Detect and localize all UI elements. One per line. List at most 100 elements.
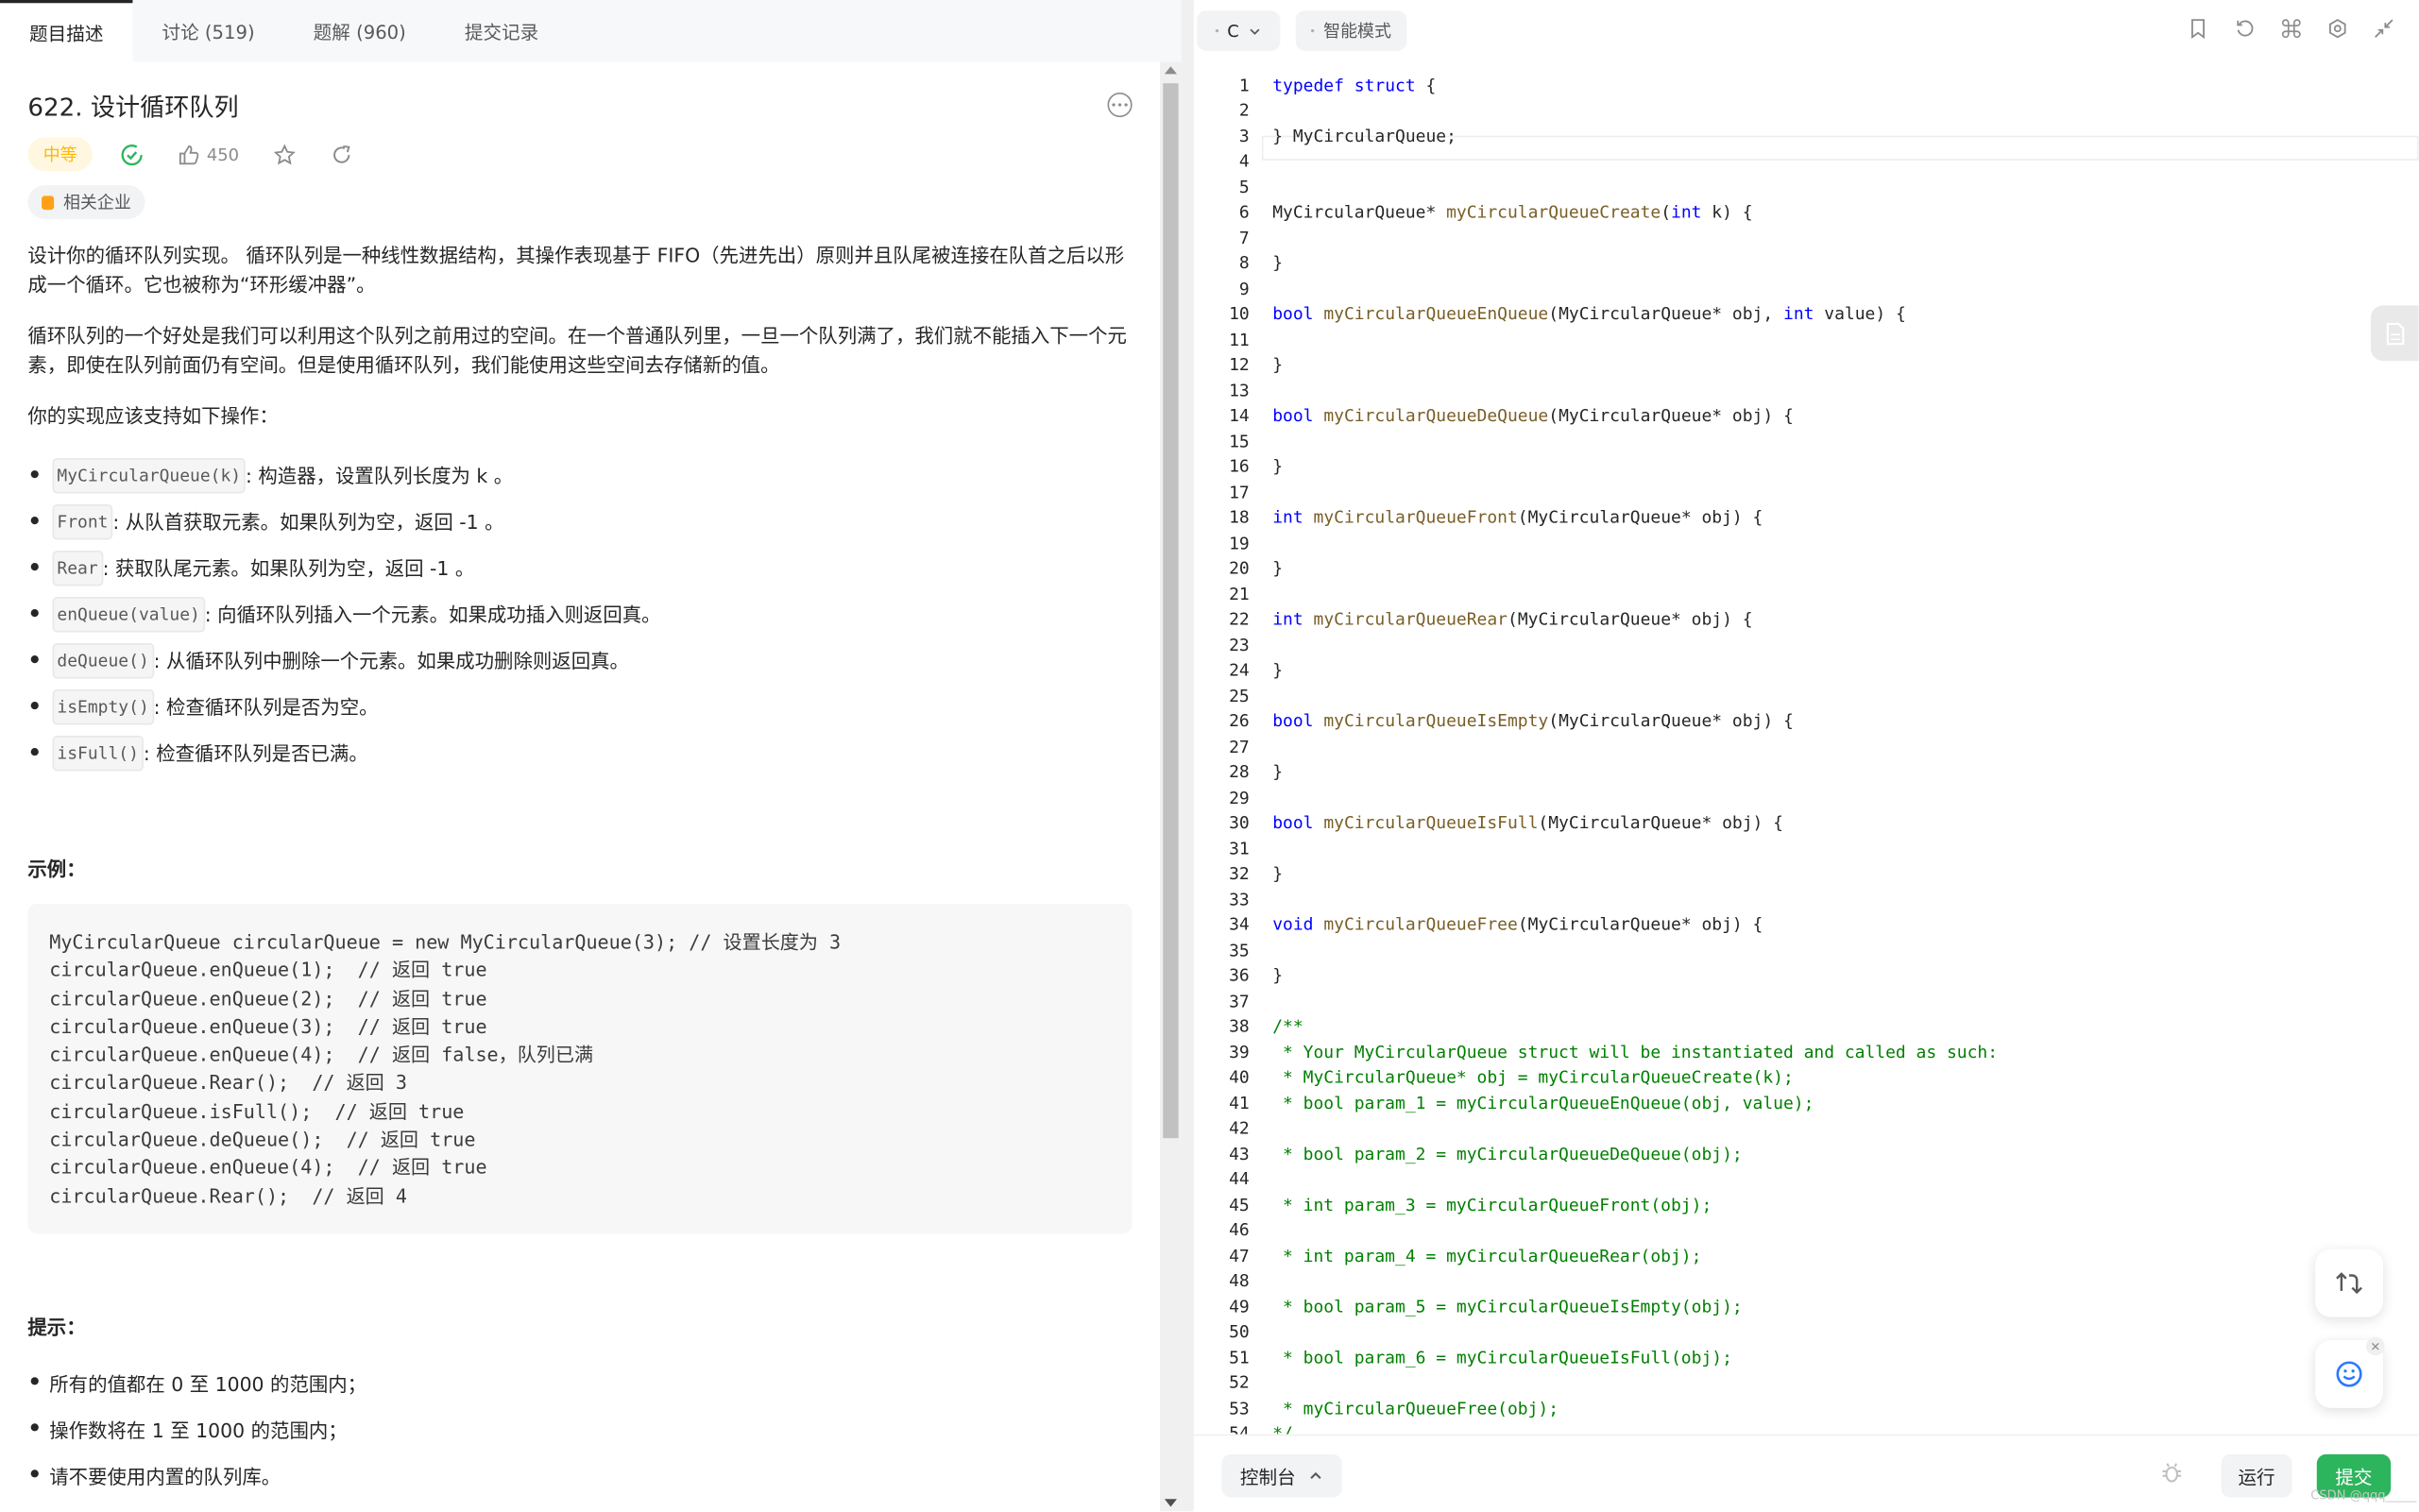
more-icon[interactable] [1107, 92, 1133, 118]
code-line: 24} [1194, 657, 2419, 683]
code-line: 46 [1194, 1217, 2419, 1243]
list-item: isEmpty(): 检查循环队列是否为空。 [27, 683, 1132, 729]
star-icon[interactable] [273, 143, 296, 165]
line-number: 46 [1229, 1220, 1250, 1241]
code-line: 8} [1194, 250, 2419, 276]
line-number: 11 [1229, 330, 1250, 350]
file-icon[interactable] [2370, 305, 2419, 362]
line-number: 38 [1229, 1016, 1250, 1037]
code-line: 49 * bool param_5 = myCircularQueueIsEmp… [1194, 1294, 2419, 1319]
settings-gear-icon[interactable] [2326, 19, 2348, 46]
line-number: 32 [1229, 863, 1250, 885]
debug-bug-icon[interactable] [2159, 1460, 2184, 1491]
list-item: deQueue(): 从循环队列中删除一个元素。如果成功删除则返回真。 [27, 637, 1132, 683]
run-button[interactable]: 运行 [2221, 1453, 2292, 1498]
code-text: typedef struct { [1272, 75, 1437, 95]
inline-code: isFull() [52, 735, 144, 771]
line-number: 27 [1229, 737, 1250, 757]
code-line: 23 [1194, 633, 2419, 658]
line-number: 42 [1229, 1118, 1250, 1139]
code-line: 45 * int param_3 = myCircularQueueFront(… [1194, 1192, 2419, 1217]
description-paragraph-2: 循环队列的一个好处是我们可以利用这个队列之前用过的空间。在一个普通队列里，一旦一… [27, 323, 1127, 377]
code-line: 38 /** [1194, 1014, 2419, 1040]
hint-list: 所有的值都在 0 至 1000 的范围内； 操作数将在 1 至 1000 的范围… [27, 1359, 1132, 1498]
inline-code: Front [52, 503, 113, 539]
pane-resize-handle[interactable] [1181, 0, 1194, 1512]
code-line: 54 */ [1194, 1421, 2419, 1435]
smart-mode-dot-icon [1311, 29, 1315, 33]
line-number: 28 [1229, 762, 1250, 783]
operation-text: : 构造器，设置队列长度为 k 。 [246, 463, 514, 487]
code-line: 11 [1194, 327, 2419, 352]
operation-text: : 检查循环队列是否已满。 [143, 740, 368, 765]
line-number: 50 [1229, 1321, 1250, 1343]
code-line: 50 [1194, 1319, 2419, 1345]
example-heading: 示例： [27, 857, 86, 881]
list-item: 操作数将在 1 至 1000 的范围内； [27, 1405, 1132, 1452]
scrollbar-thumb[interactable] [1163, 83, 1179, 1139]
description-scrollbar[interactable] [1160, 61, 1182, 1512]
line-number: 5 [1238, 177, 1250, 197]
code-line: 25 [1194, 683, 2419, 708]
list-item: isFull(): 检查循环队列是否已满。 [27, 729, 1132, 775]
list-item: 所有的值都在 0 至 1000 的范围内； [27, 1359, 1132, 1405]
example-code-block: MyCircularQueue circularQueue = new MyCi… [27, 903, 1133, 1234]
shortcut-command-icon[interactable] [2280, 19, 2302, 46]
code-line: 4 [1194, 149, 2419, 175]
code-line: 35 [1194, 938, 2419, 963]
code-editor[interactable]: 1 typedef struct {2 3} MyCircularQueue; 4 5 6… [1194, 61, 2419, 1435]
scroll-down-icon[interactable] [1164, 1499, 1177, 1507]
tab-submissions[interactable]: 提交记录 [435, 0, 568, 61]
minimize-icon[interactable] [2373, 19, 2394, 46]
line-number: 20 [1229, 558, 1250, 579]
line-number: 33 [1229, 889, 1250, 910]
scroll-up-icon[interactable] [1164, 66, 1177, 75]
code-text: } [1272, 354, 1284, 376]
list-item: MyCircularQueue(k): 构造器，设置队列长度为 k 。 [27, 451, 1132, 498]
code-line: 29 [1194, 785, 2419, 810]
code-line: 26 bool myCircularQueueIsEmpty(MyCircular… [1194, 708, 2419, 734]
smart-mode-toggle[interactable]: 智能模式 [1295, 10, 1407, 51]
line-number: 34 [1229, 914, 1250, 936]
reset-icon[interactable] [2234, 19, 2256, 46]
problem-description: 622. 设计循环队列 中等 450 相关企业 设计你的循环队列实现。 循环队列… [27, 80, 1133, 1498]
line-number: 48 [1229, 1271, 1250, 1292]
code-line: 16} [1194, 454, 2419, 480]
code-line: 51 * bool param_6 = myCircularQueueIsFul… [1194, 1345, 2419, 1370]
like-button[interactable]: 450 [178, 143, 239, 165]
close-icon[interactable]: ✕ [2366, 1336, 2385, 1356]
code-line: 1 typedef struct { [1194, 73, 2419, 98]
tab-description[interactable]: 题目描述 [0, 0, 133, 62]
tab-solutions[interactable]: 题解 (960) [284, 0, 435, 61]
code-panel: C 智能模式 1 typedef struct {2 3} MyCircul… [1193, 0, 2419, 1512]
related-companies-button[interactable]: 相关企业 [27, 184, 145, 219]
problem-title: 622. 设计循环队列 [27, 92, 239, 123]
language-select[interactable]: C [1197, 10, 1281, 51]
code-text: } [1272, 762, 1284, 783]
line-number: 54 [1229, 1423, 1250, 1435]
description-paragraph-3: 你的实现应该支持如下操作： [27, 403, 279, 428]
line-number: 19 [1229, 533, 1250, 553]
description-paragraph-1: 设计你的循环队列实现。 循环队列是一种线性数据结构，其操作表现基于 FIFO（先… [27, 244, 1125, 297]
line-number: 31 [1229, 838, 1250, 859]
line-number: 14 [1229, 405, 1250, 427]
bookmark-icon[interactable] [2188, 19, 2209, 46]
line-number: 16 [1229, 456, 1250, 478]
switch-layout-button[interactable] [2315, 1249, 2383, 1317]
code-line: 40 * MyCircularQueue* obj = myCircularQu… [1194, 1065, 2419, 1091]
code-line: 5 [1194, 175, 2419, 200]
tab-discussion[interactable]: 讨论 (519) [132, 0, 283, 61]
code-line: 18 int myCircularQueueFront(MyCircularQue… [1194, 505, 2419, 531]
code-text: bool myCircularQueueIsFull(MyCircularQue… [1272, 812, 1784, 834]
code-line: 42 [1194, 1115, 2419, 1141]
thumbs-up-icon [179, 144, 199, 164]
chat-bubble-icon [2336, 1361, 2362, 1387]
line-number: 36 [1229, 965, 1250, 986]
console-button[interactable]: 控制台 [1221, 1453, 1342, 1498]
info-icon [1215, 29, 1218, 33]
share-icon[interactable] [330, 143, 352, 165]
chevron-down-icon [1250, 27, 1261, 35]
editor-tool-icons [2188, 19, 2394, 46]
code-line: 34 void myCircularQueueFree(MyCircularQue… [1194, 912, 2419, 938]
operation-text: : 向循环队列插入一个元素。如果成功插入则返回真。 [204, 602, 661, 626]
